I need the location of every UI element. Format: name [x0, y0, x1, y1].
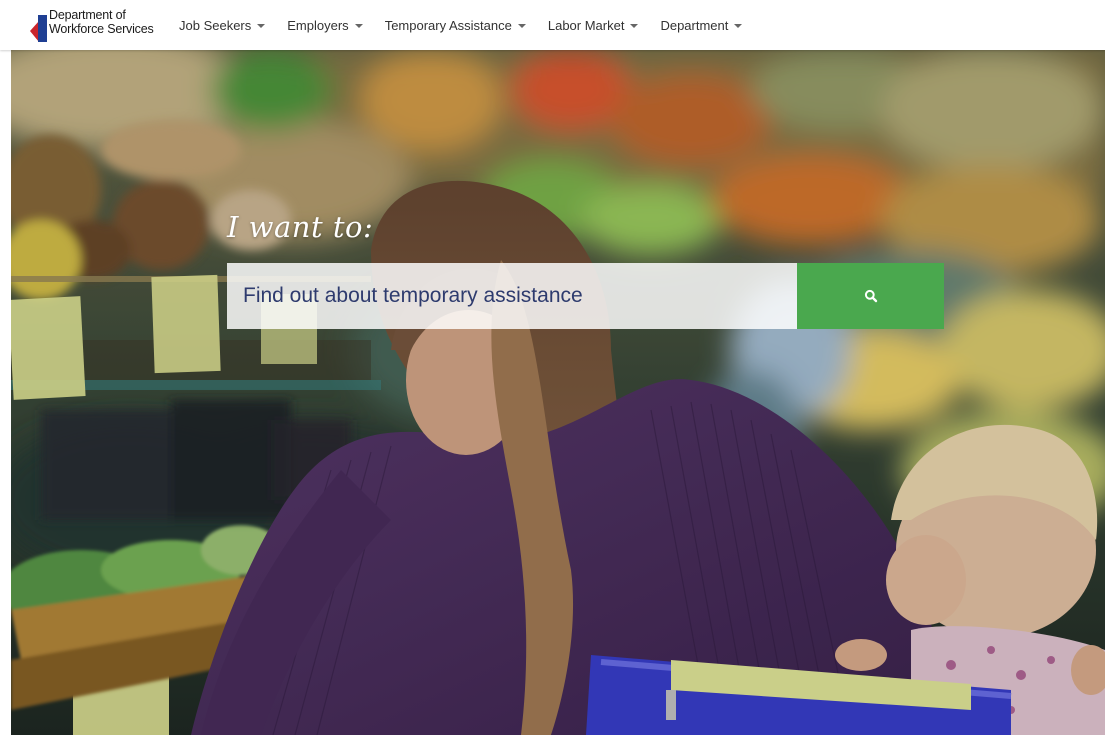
nav-item-labor-market[interactable]: Labor Market: [548, 18, 639, 33]
caret-down-icon: [734, 23, 743, 28]
search-button[interactable]: [797, 263, 944, 329]
search-icon: [864, 289, 877, 303]
nav-item-label: Labor Market: [547, 17, 625, 33]
hero-heading: I want to:: [227, 210, 374, 244]
logo-text-line2: Workforce Services: [49, 22, 154, 36]
nav-item-employers[interactable]: Employers: [287, 17, 363, 33]
dws-logo[interactable]: Department of Workforce Services: [30, 8, 154, 44]
dws-logo-icon: [30, 12, 47, 42]
caret-down-icon: [517, 23, 526, 28]
hero-section: I want to:: [11, 50, 1105, 735]
caret-down-icon: [354, 23, 363, 28]
top-navbar: Department of Workforce Services Job See…: [0, 0, 1105, 50]
nav-item-job-seekers[interactable]: Job Seekers: [179, 17, 266, 33]
caret-down-icon: [257, 23, 266, 28]
nav-item-label: Department: [660, 17, 729, 33]
nav-item-label: Temporary Assistance: [384, 17, 512, 33]
logo-text: Department of Workforce Services: [49, 8, 154, 36]
nav-item-label: Employers: [287, 17, 349, 33]
nav-item-temporary-assistance[interactable]: Temporary Assistance: [385, 18, 526, 33]
main-nav: Job Seekers Employers Temporary Assistan…: [168, 0, 753, 50]
nav-item-department[interactable]: Department: [660, 17, 743, 33]
caret-down-icon: [630, 23, 639, 28]
search-input[interactable]: [227, 263, 797, 329]
logo-text-line1: Department of: [49, 8, 126, 22]
nav-item-label: Job Seekers: [179, 17, 252, 33]
hero-overlay: [11, 50, 1105, 735]
